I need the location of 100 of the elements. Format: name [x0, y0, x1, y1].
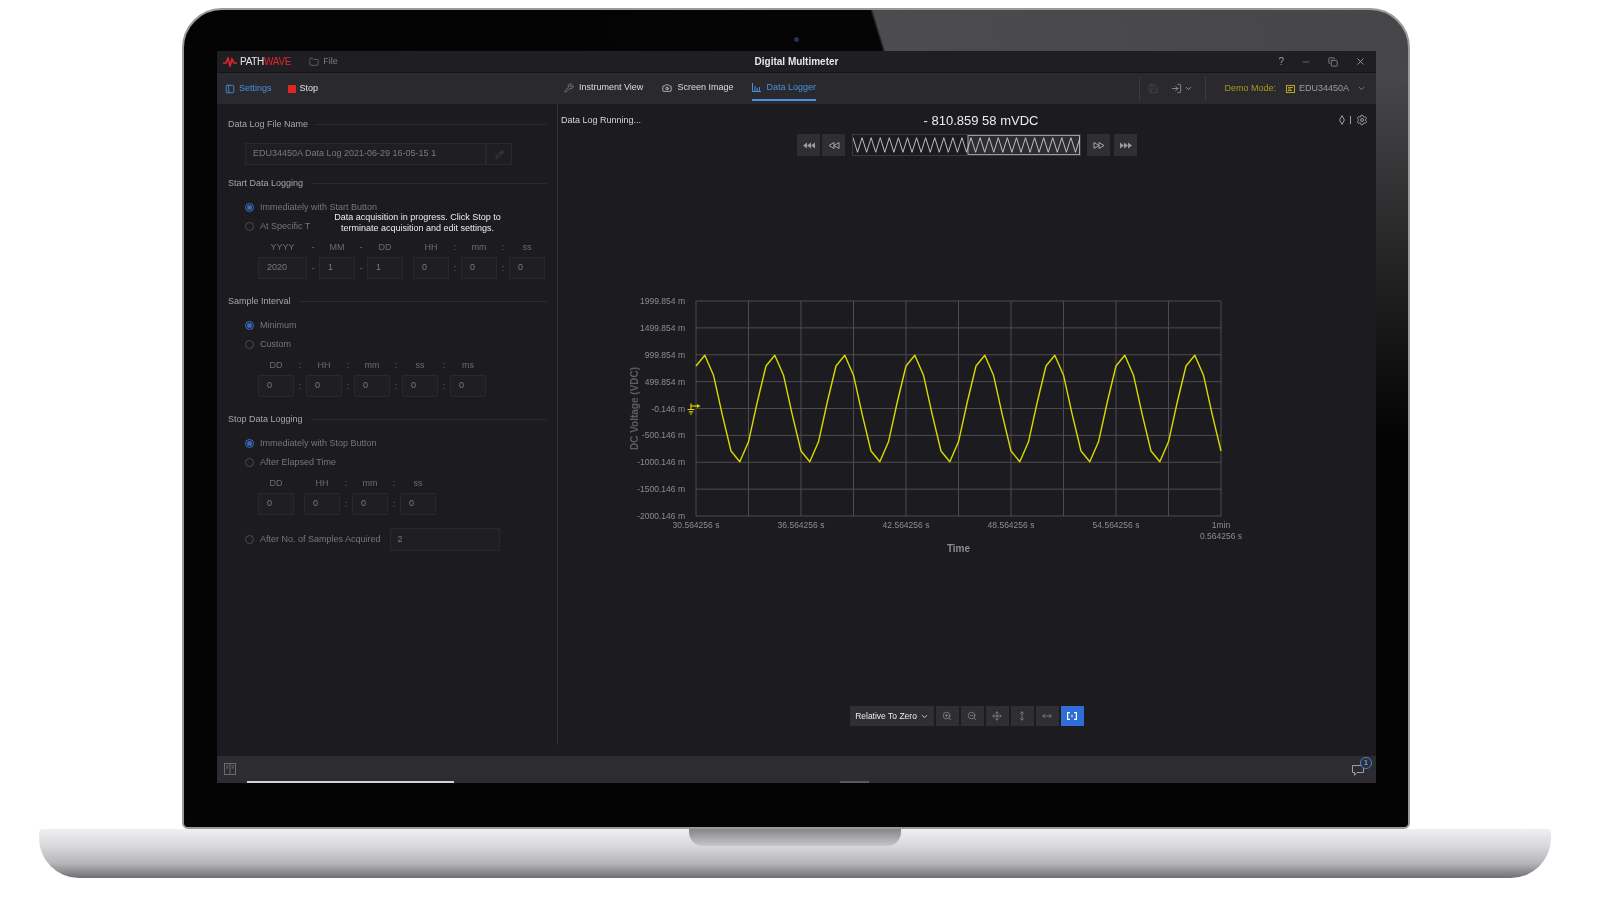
radio-label: Minimum [260, 320, 297, 330]
logo-wave-icon [223, 56, 237, 67]
toolbar-button[interactable]: Settings [225, 83, 272, 94]
step-backward-button[interactable] [822, 134, 845, 156]
time-separator: : [453, 262, 457, 275]
time-separator: : [442, 380, 446, 393]
zoom-out-icon [967, 711, 978, 721]
x-tick-label: 42.564256 s [882, 520, 930, 530]
fast-backward-icon [802, 141, 815, 149]
time-separator: : [453, 241, 457, 253]
time-separator: - [359, 262, 363, 275]
time-separator: : [392, 477, 396, 489]
time-unit-label: ss [415, 359, 425, 371]
y-tick-label: 499.854 m [644, 376, 685, 387]
time-unit-label: ms [462, 359, 474, 371]
demo-mode-label: Demo Mode: [1224, 84, 1276, 93]
help-button[interactable]: ? [1278, 56, 1284, 67]
time-unit-label: mm [471, 241, 487, 253]
radio-label: Immediately with Stop Button [260, 438, 377, 448]
radio-label: Custom [260, 339, 291, 349]
x-tick-label: 30.564256 s [672, 520, 720, 530]
toolbar-button[interactable]: Stop [287, 84, 319, 93]
x-tick-label: 36.564256 s [777, 520, 825, 530]
tab[interactable]: Instrument View [564, 76, 644, 101]
y-tick-label: -2000.146 m [637, 511, 685, 521]
time-separator: - [359, 241, 363, 253]
horizontal-arrows-icon [1042, 711, 1053, 721]
time-unit-label: MM [329, 241, 345, 253]
time-unit-label: DD [378, 241, 392, 253]
restore-icon[interactable] [1328, 56, 1338, 67]
gear-icon[interactable] [1356, 114, 1368, 126]
y-axis-title: DC Voltage (VDC) [629, 366, 640, 451]
time-unit-label: mm [364, 359, 380, 371]
time-separator: : [394, 380, 398, 393]
y-tick-label: 1999.854 m [640, 296, 685, 306]
time-unit-label: ss [413, 477, 423, 489]
diamond-icon[interactable] [1339, 115, 1345, 125]
view-mode-dropdown[interactable]: Relative To Zero [850, 706, 934, 726]
wrench-icon [564, 82, 574, 93]
x-axis-title: Time [946, 543, 971, 554]
section-title: Sample Interval [228, 296, 291, 306]
radio-label: At Specific T [260, 221, 311, 231]
close-icon[interactable] [1355, 56, 1366, 67]
side-panel-icon [225, 83, 235, 94]
time-separator: - [311, 241, 315, 253]
step-forward-button[interactable] [1087, 134, 1110, 156]
camera-lens-icon [793, 37, 799, 42]
fast-forward-button[interactable] [1114, 134, 1137, 156]
time-unit-label: YYYY [270, 241, 295, 253]
time-separator: : [501, 262, 505, 275]
voltage-reading: - 810.859 58 mVDC [923, 113, 1039, 127]
speech-bubble-icon[interactable] [1352, 764, 1364, 776]
fast-forward-icon [1119, 141, 1132, 149]
bracket-icon [1067, 712, 1078, 720]
time-separator: : [298, 380, 302, 393]
x-tick-label: 54.564256 s [1092, 520, 1140, 530]
tab[interactable]: Screen Image [662, 76, 734, 101]
panel-icon[interactable] [224, 762, 236, 775]
fast-backward-button[interactable] [797, 134, 820, 156]
time-separator: : [298, 359, 302, 371]
scrollbar-thumb[interactable] [840, 781, 869, 783]
tab[interactable]: Data Logger [752, 76, 816, 101]
camera-icon [662, 82, 673, 93]
time-separator: - [311, 262, 315, 275]
y-tick-label: -500.146 m [642, 430, 685, 441]
ground-marker-icon[interactable] [686, 402, 701, 415]
time-separator: : [392, 498, 396, 511]
chart-tool-button[interactable] [1060, 706, 1084, 726]
time-separator: : [344, 477, 348, 489]
time-separator: : [346, 380, 350, 393]
scrollbar-thumb[interactable] [247, 781, 454, 783]
time-unit-label: DD [269, 477, 283, 489]
time-unit-label: ss [522, 241, 532, 253]
instrument-dropdown[interactable]: EDU34450A [1285, 84, 1366, 93]
step-backward-icon [827, 141, 840, 149]
pencil-icon [494, 149, 504, 159]
window-title: Digital Multimeter [754, 56, 839, 67]
move-icon [992, 711, 1003, 721]
x-tick-label: 48.564256 s [987, 520, 1035, 530]
time-separator: : [501, 241, 505, 253]
time-unit-label: mm [362, 477, 378, 489]
radio-label: Immediately with Start Button [260, 202, 378, 212]
time-unit-label: HH [315, 477, 329, 489]
time-unit-label: DD [269, 359, 283, 371]
radio-label: After Elapsed Time [260, 457, 337, 467]
section-title: Data Log File Name [228, 119, 309, 129]
chevron-down-icon[interactable] [1184, 84, 1194, 93]
chevron-down-icon [1357, 84, 1366, 93]
time-separator: : [346, 359, 350, 371]
export-icon[interactable] [1171, 83, 1183, 94]
y-tick-label: -1000.146 m [637, 457, 685, 468]
notification-count: 1 [1360, 756, 1372, 769]
time-separator: : [394, 359, 398, 371]
zoom-in-icon [942, 711, 953, 721]
tooltip-text: Data acquisition in progress. Click Stop to terminate acquisition and edit settings. [333, 212, 502, 234]
bar-chart-icon [752, 83, 762, 92]
time-separator: : [344, 498, 348, 511]
section-title: Start Data Logging [228, 178, 304, 188]
y-tick-label: 999.854 m [644, 349, 685, 360]
stop-icon [287, 84, 296, 93]
